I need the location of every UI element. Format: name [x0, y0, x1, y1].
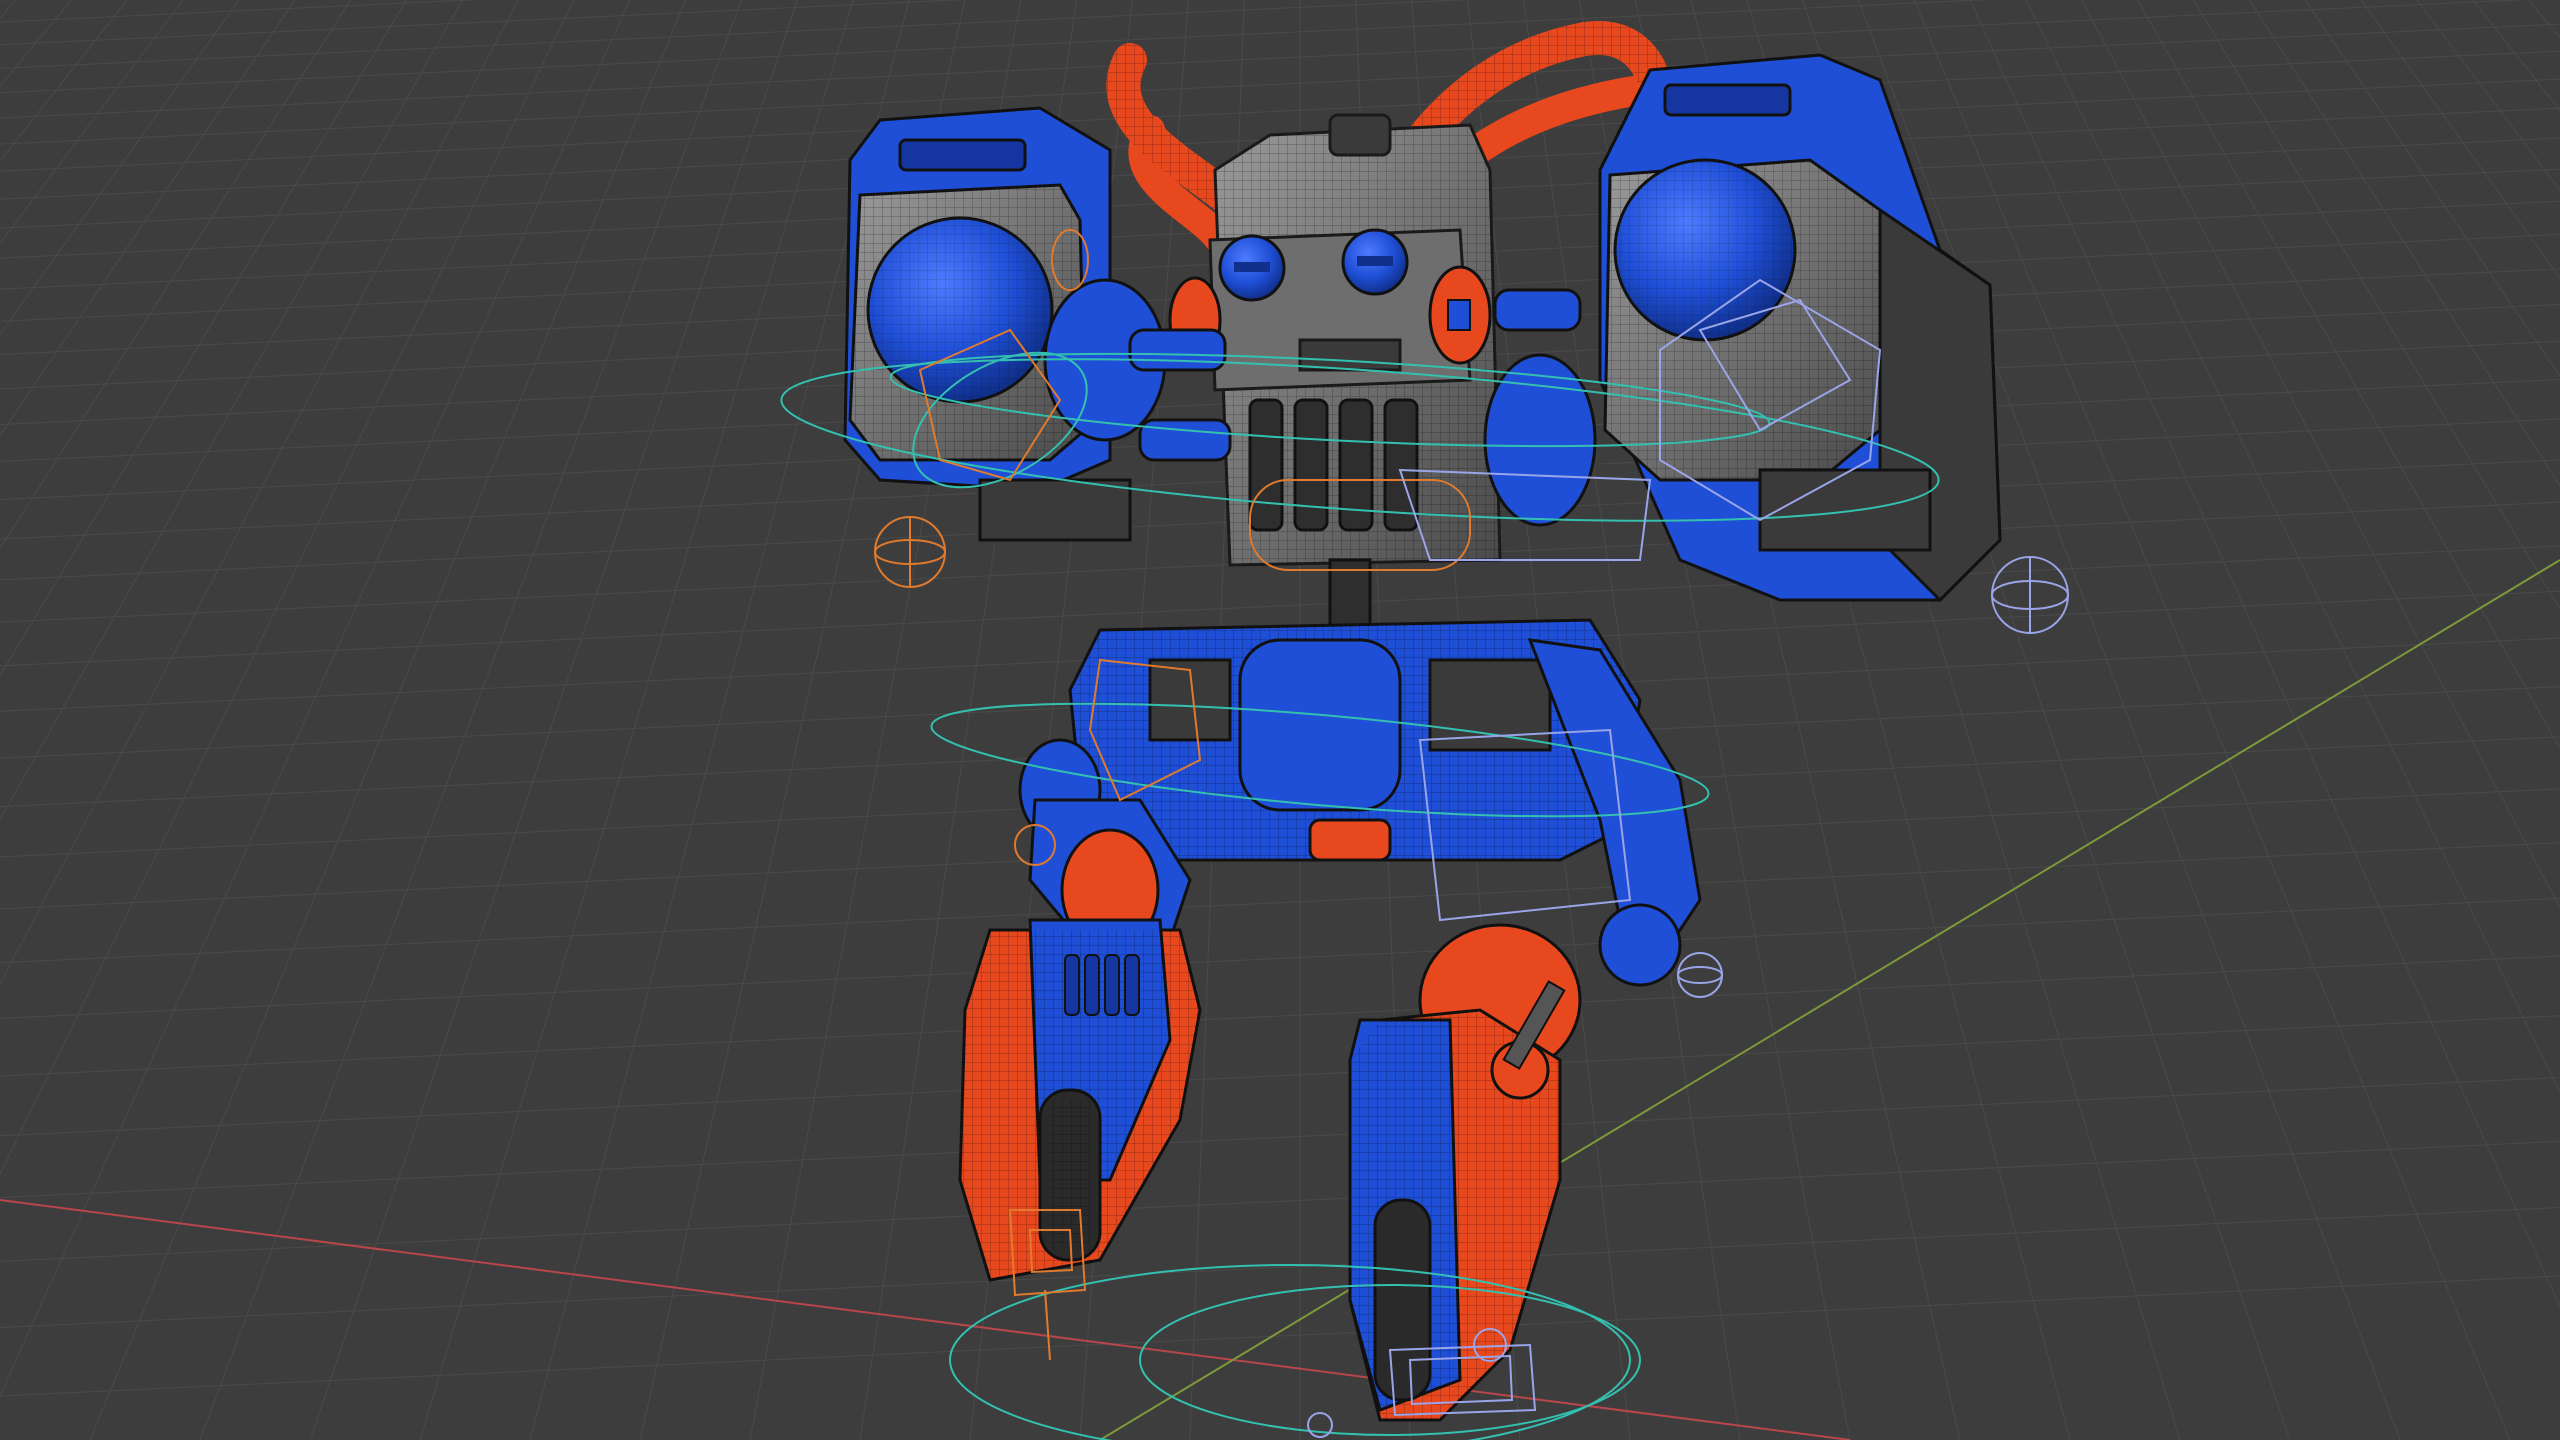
grid-line — [0, 1207, 2560, 1329]
grid-line — [2290, 0, 2560, 1440]
grid-line — [2092, 0, 2560, 1440]
grid-line — [2532, 0, 2560, 1440]
grid-line — [2268, 0, 2560, 1440]
grid-line — [0, 0, 288, 1440]
grid-line — [0, 0, 46, 1440]
grid-line — [0, 0, 332, 1440]
grid-line — [2356, 0, 2560, 1440]
grid-line — [0, 0, 184, 245]
grid-line — [0, 0, 706, 1440]
grid-line — [0, 955, 2560, 1077]
grid-line — [0, 0, 442, 1440]
grid-line — [0, 0, 266, 1440]
grid-line — [2224, 0, 2560, 1440]
grid-line — [0, 0, 17, 19]
grid-line — [0, 0, 240, 336]
grid-line — [0, 0, 684, 1440]
grid-line — [0, 0, 420, 1440]
grid-line — [2488, 0, 2560, 1440]
viewport-scene[interactable] — [0, 0, 2560, 1440]
grid-line — [2422, 0, 2560, 1440]
grid-line — [0, 1015, 2560, 1137]
grid-line — [0, 0, 73, 88]
grid-line — [1828, 0, 2560, 1440]
grid-line — [0, 0, 128, 162]
grid-line — [2378, 0, 2560, 1440]
grid-line — [0, 0, 244, 1440]
grid-line — [0, 0, 481, 23]
grid-line — [2048, 0, 2560, 1440]
grid-line — [0, 0, 2528, 119]
grid-line — [0, 0, 296, 437]
grid-line — [0, 1140, 2560, 1262]
grid-line — [0, 0, 354, 1440]
grid-line — [2004, 0, 2560, 1440]
grid-line — [0, 1275, 2560, 1397]
x-axis-line — [0, 1199, 1851, 1440]
grid-line — [2070, 0, 2560, 1440]
grid-line — [2334, 0, 2560, 1440]
grid-line — [0, 0, 662, 1440]
grid-line — [2554, 0, 2560, 1440]
grid-line — [0, 0, 2, 1440]
grid-line — [0, 0, 398, 1440]
3d-viewport[interactable] — [0, 0, 2560, 1440]
grid-line — [0, 0, 618, 1440]
grid-line — [0, 0, 596, 1440]
grid-line — [2510, 0, 2560, 1440]
grid-line — [2466, 0, 2560, 1440]
grid-line — [0, 0, 178, 1440]
grid-line — [0, 0, 640, 1440]
grid-line — [1894, 0, 2560, 1440]
grid-line — [0, 0, 90, 1440]
grid-line — [0, 0, 1989, 94]
grid-line — [0, 0, 464, 1440]
grid-line — [2400, 0, 2560, 1440]
grid-line — [0, 1076, 2560, 1198]
grid-line — [0, 0, 750, 1440]
grid-line — [0, 0, 200, 1440]
left-leg[interactable] — [958, 798, 1202, 1282]
robot-model[interactable] — [843, 21, 2002, 1422]
grid-line — [1982, 0, 2560, 1440]
grid-line — [0, 0, 574, 1440]
grid-line — [0, 0, 728, 1440]
grid-line — [0, 0, 772, 1440]
grid-line — [0, 897, 2560, 1019]
grid-line — [0, 0, 486, 1440]
grid-line — [0, 0, 68, 1440]
grid-line — [2114, 0, 2560, 1440]
